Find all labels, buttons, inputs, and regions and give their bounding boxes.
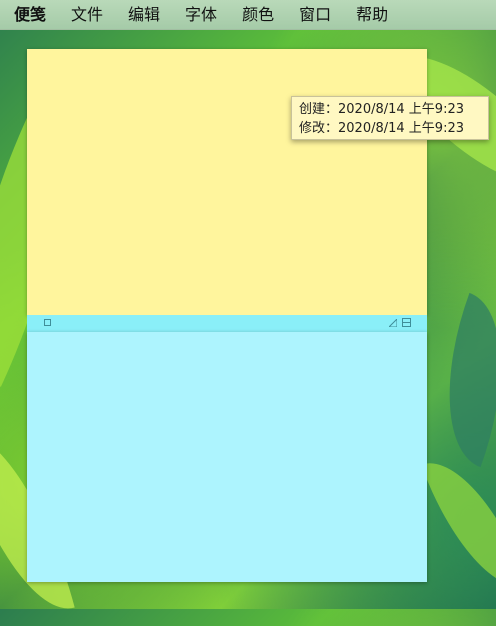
menu-edit[interactable]: 编辑	[128, 0, 160, 30]
menu-help[interactable]: 帮助	[356, 0, 388, 30]
menu-font[interactable]: 字体	[185, 0, 217, 30]
tooltip-modified-line: 修改：2020/8/14 上午9:23	[299, 119, 488, 138]
tooltip-created-value: 2020/8/14 上午9:23	[338, 102, 464, 117]
collapse-triangle-icon[interactable]	[389, 319, 397, 327]
tooltip-modified-value: 2020/8/14 上午9:23	[338, 121, 464, 136]
menu-color[interactable]: 颜色	[242, 0, 274, 30]
yellow-sticky-note[interactable]	[27, 49, 427, 315]
tooltip-created-label: 创建：	[299, 102, 339, 117]
blue-note-titlebar[interactable]	[27, 315, 427, 332]
blue-sticky-note[interactable]	[27, 332, 427, 582]
menu-window[interactable]: 窗口	[299, 0, 331, 30]
zoom-box-icon[interactable]	[402, 318, 411, 327]
menu-app-name[interactable]: 便笺	[14, 0, 46, 30]
menu-file[interactable]: 文件	[71, 0, 103, 30]
tooltip-modified-label: 修改：	[299, 121, 339, 136]
tooltip-created-line: 创建：2020/8/14 上午9:23	[299, 100, 488, 119]
note-info-tooltip: 创建：2020/8/14 上午9:23 修改：2020/8/14 上午9:23	[291, 96, 489, 140]
menu-bar: 便笺 文件 编辑 字体 颜色 窗口 帮助	[0, 0, 496, 30]
wallpaper-leaf	[421, 444, 496, 606]
close-box-icon[interactable]	[44, 319, 51, 326]
